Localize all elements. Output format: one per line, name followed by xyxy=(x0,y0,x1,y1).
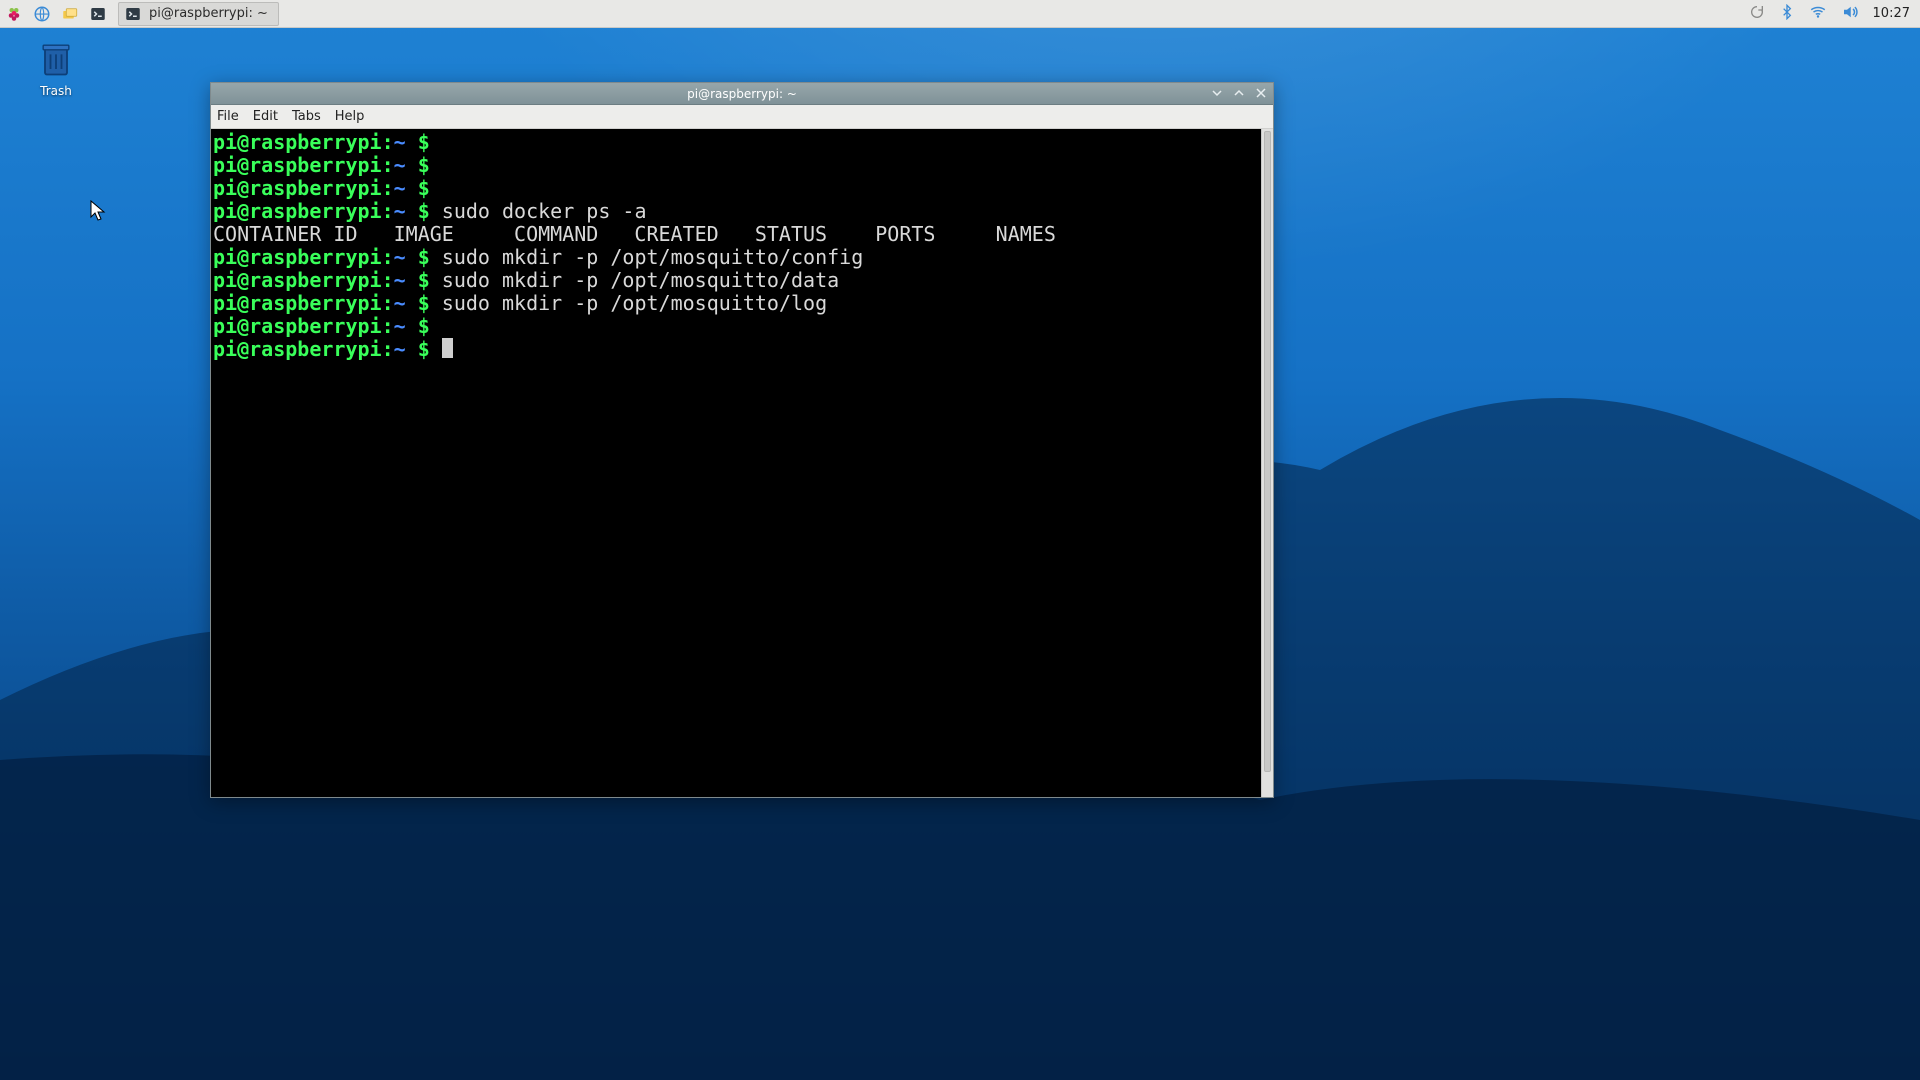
terminal-window: pi@raspberrypi: ~ File Edit Tabs Help pi… xyxy=(210,82,1274,798)
terminal-line: pi@raspberrypi:~ $ xyxy=(213,177,1259,200)
terminal-scrollbar[interactable] xyxy=(1261,129,1273,797)
trash-icon xyxy=(34,36,78,80)
menu-file[interactable]: File xyxy=(217,109,239,124)
terminal-line: CONTAINER ID IMAGE COMMAND CREATED STATU… xyxy=(213,223,1259,246)
chevron-up-icon xyxy=(1233,87,1245,99)
window-menubar: File Edit Tabs Help xyxy=(211,105,1273,129)
desktop-background[interactable]: pi@raspberrypi: ~ 10:27 Trash xyxy=(0,0,1920,1080)
terminal-line: pi@raspberrypi:~ $ xyxy=(213,338,1259,361)
terminal-line: pi@raspberrypi:~ $ sudo mkdir -p /opt/mo… xyxy=(213,292,1259,315)
terminal-icon xyxy=(123,4,143,24)
scrollbar-thumb[interactable] xyxy=(1264,131,1271,772)
close-icon xyxy=(1255,87,1267,99)
terminal-line: pi@raspberrypi:~ $ sudo mkdir -p /opt/mo… xyxy=(213,269,1259,292)
system-tray: 10:27 xyxy=(1739,3,1920,25)
updates-icon[interactable] xyxy=(1749,4,1765,24)
window-close-button[interactable] xyxy=(1253,85,1269,101)
terminal-line: pi@raspberrypi:~ $ sudo mkdir -p /opt/mo… xyxy=(213,246,1259,269)
taskbar-entry-label: pi@raspberrypi: ~ xyxy=(149,6,268,21)
mouse-cursor xyxy=(90,200,106,226)
terminal-cursor xyxy=(442,338,453,358)
app-menu-button[interactable] xyxy=(0,0,28,28)
window-title: pi@raspberrypi: ~ xyxy=(687,87,797,101)
launcher-area xyxy=(0,0,112,27)
wifi-icon[interactable] xyxy=(1809,3,1827,25)
terminal-line: pi@raspberrypi:~ $ xyxy=(213,315,1259,338)
web-browser-launcher[interactable] xyxy=(28,0,56,28)
window-minimize-button[interactable] xyxy=(1209,85,1225,101)
terminal-icon xyxy=(89,5,107,23)
menu-tabs[interactable]: Tabs xyxy=(292,109,321,124)
terminal-line: pi@raspberrypi:~ $ xyxy=(213,154,1259,177)
desktop-icon-trash[interactable]: Trash xyxy=(24,36,88,98)
terminal-line: pi@raspberrypi:~ $ sudo docker ps -a xyxy=(213,200,1259,223)
terminal-line: pi@raspberrypi:~ $ xyxy=(213,131,1259,154)
window-maximize-button[interactable] xyxy=(1231,85,1247,101)
volume-icon[interactable] xyxy=(1841,3,1859,25)
globe-icon xyxy=(33,5,51,23)
folders-icon xyxy=(61,5,79,23)
window-titlebar[interactable]: pi@raspberrypi: ~ xyxy=(211,83,1273,105)
file-manager-launcher[interactable] xyxy=(56,0,84,28)
raspberry-icon xyxy=(5,5,23,23)
terminal-launcher[interactable] xyxy=(84,0,112,28)
menu-edit[interactable]: Edit xyxy=(253,109,278,124)
menu-help[interactable]: Help xyxy=(335,109,365,124)
chevron-down-icon xyxy=(1211,87,1223,99)
taskbar-tasks: pi@raspberrypi: ~ xyxy=(116,0,279,27)
bluetooth-icon[interactable] xyxy=(1779,4,1795,24)
desktop-icon-label: Trash xyxy=(24,84,88,98)
taskbar-entry-terminal[interactable]: pi@raspberrypi: ~ xyxy=(118,2,279,26)
clock[interactable]: 10:27 xyxy=(1873,6,1910,21)
terminal-content[interactable]: pi@raspberrypi:~ $ pi@raspberrypi:~ $ pi… xyxy=(211,129,1261,797)
taskbar: pi@raspberrypi: ~ 10:27 xyxy=(0,0,1920,28)
